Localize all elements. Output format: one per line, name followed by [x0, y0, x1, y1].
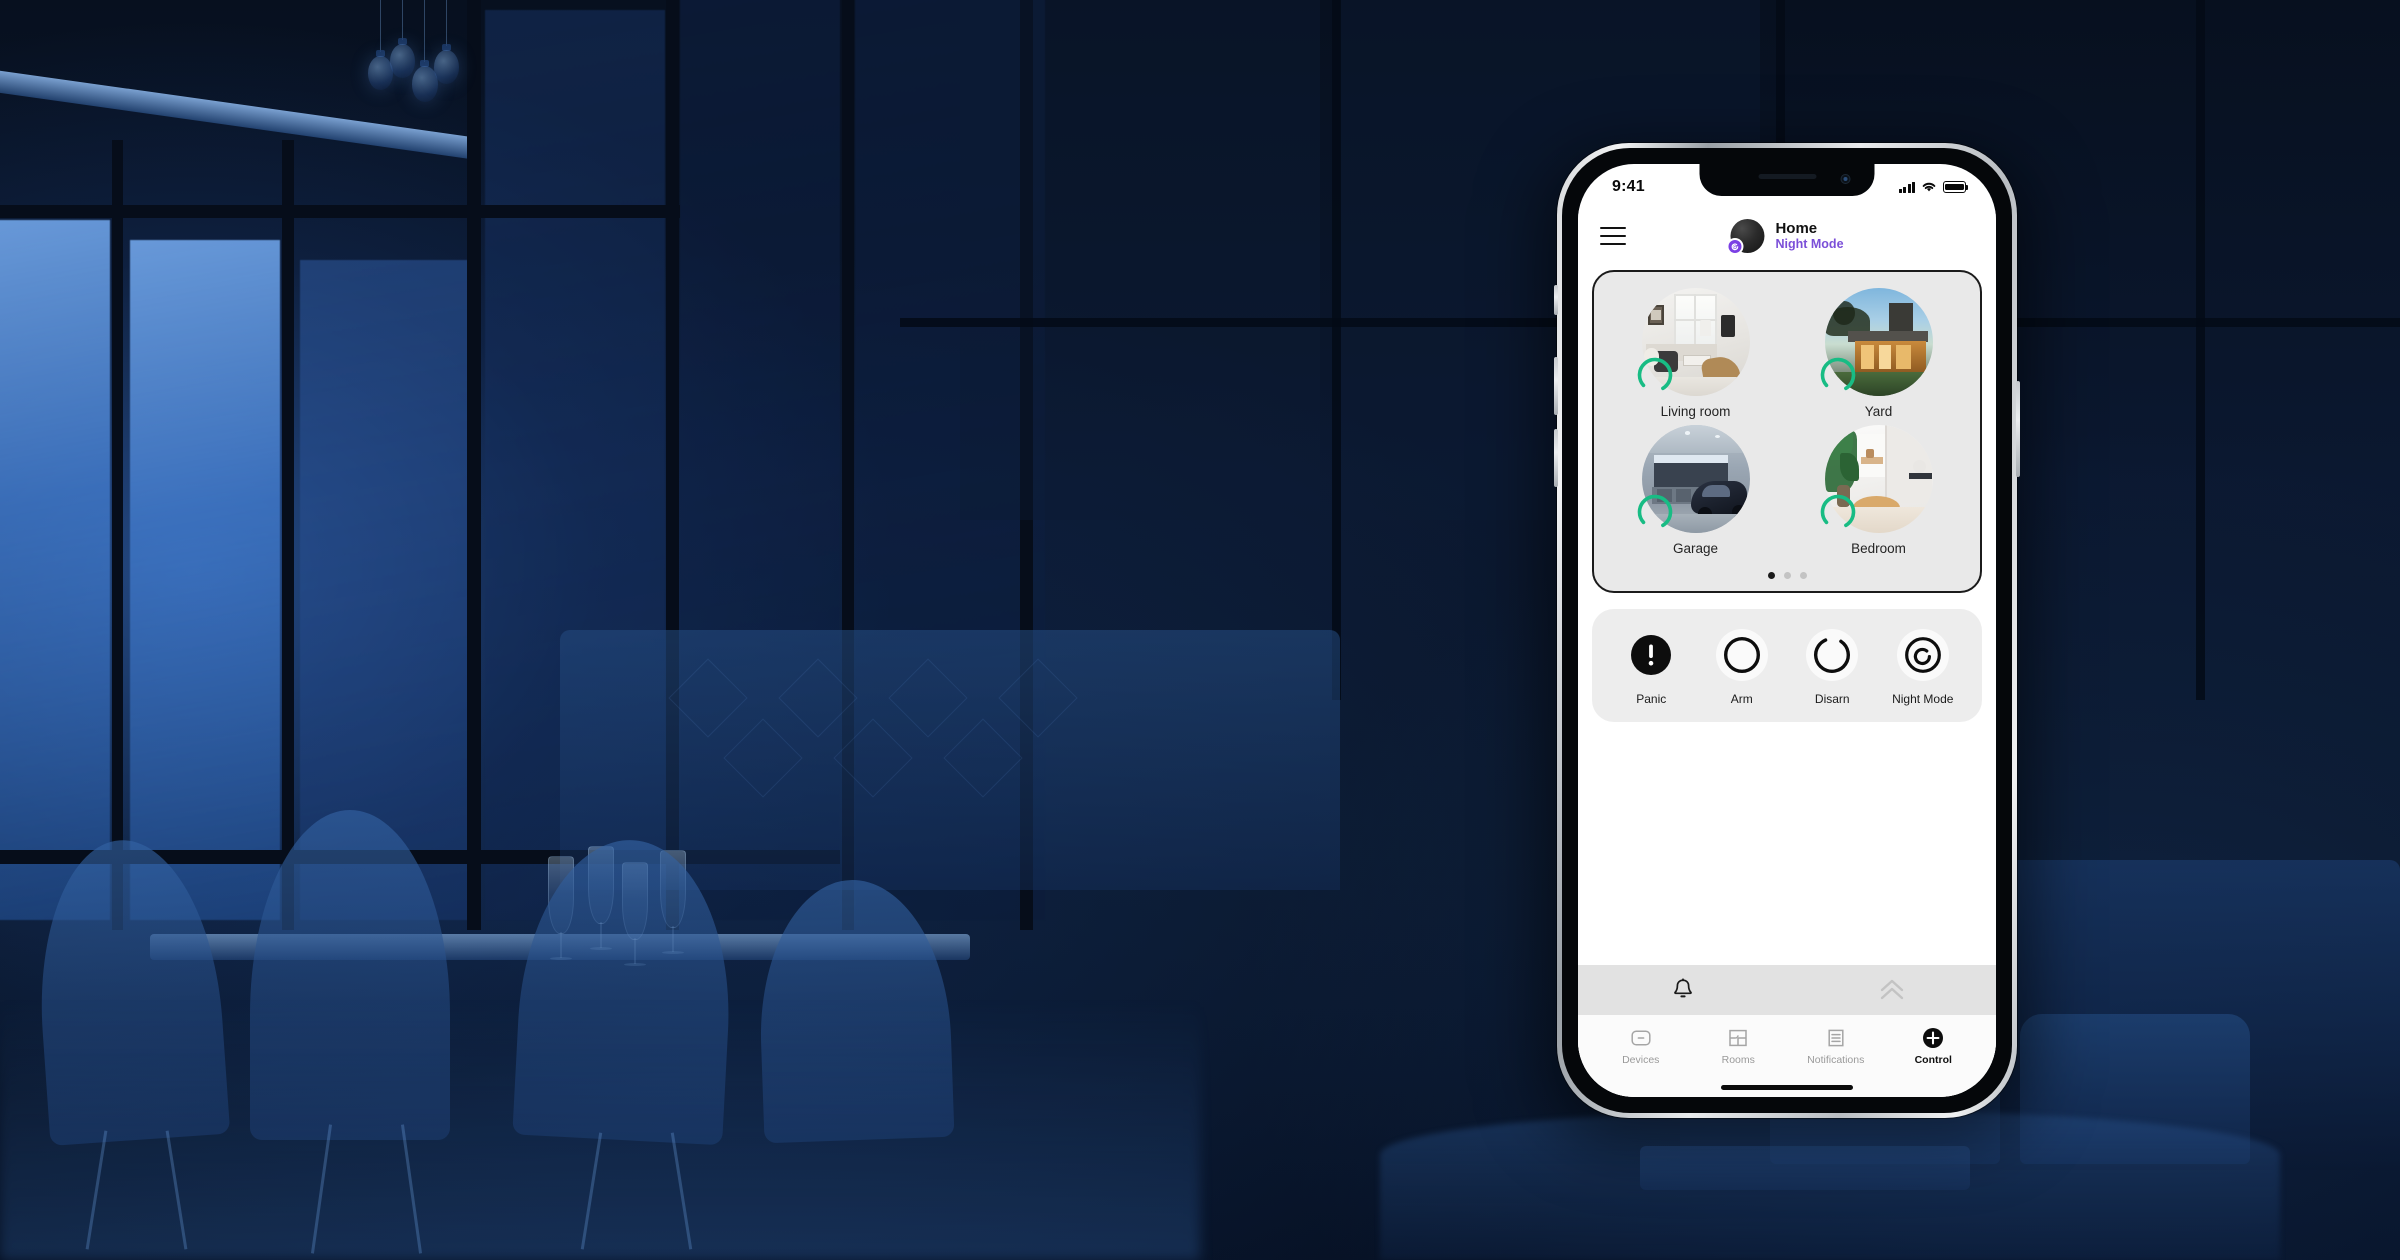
earpiece-speaker	[1758, 174, 1816, 179]
room-thumbnail	[1637, 288, 1750, 396]
power-button[interactable]	[2016, 381, 2020, 477]
room-status-arc	[1632, 352, 1678, 398]
room-label: Bedroom	[1851, 541, 1906, 556]
bottom-tab-bar: Devices Rooms Notifications Control	[1578, 1015, 1996, 1077]
tab-label: Control	[1914, 1053, 1952, 1066]
rooms-grid: Living room Yard Garage Bedroom	[1604, 288, 1970, 556]
cellular-signal-icon	[1898, 181, 1915, 193]
room-status-arc	[1815, 352, 1861, 398]
action-label: Arm	[1730, 692, 1753, 706]
panic-button[interactable]: Panic	[1618, 629, 1684, 706]
room-card-bedroom[interactable]: Bedroom	[1787, 425, 1970, 556]
action-label: Panic	[1636, 692, 1667, 706]
home-identity[interactable]: Home Night Mode	[1726, 219, 1844, 255]
notifications-bell-button[interactable]	[1578, 977, 1787, 1003]
silent-switch[interactable]	[1554, 285, 1558, 315]
room-status-arc	[1815, 489, 1861, 535]
home-indicator[interactable]	[1578, 1077, 1996, 1097]
night-mode-button[interactable]: Night Mode	[1890, 629, 1956, 706]
phone-frame: 9:41 Home Night Mode Living room Yard Ga…	[1554, 143, 2020, 1118]
bell-icon	[1673, 978, 1692, 998]
room-thumbnail	[1637, 425, 1750, 533]
list-lines-icon	[1825, 1027, 1847, 1049]
tab-devices[interactable]: Devices	[1592, 1027, 1690, 1066]
plus-circle-icon	[1922, 1027, 1944, 1049]
room-card-garage[interactable]: Garage	[1604, 425, 1787, 556]
room-card-yard[interactable]: Yard	[1787, 288, 1970, 419]
volume-up-button[interactable]	[1554, 357, 1558, 415]
tab-rooms[interactable]: Rooms	[1690, 1027, 1788, 1066]
action-label: Night Mode	[1892, 692, 1954, 706]
tab-notifications[interactable]: Notifications	[1787, 1027, 1885, 1066]
pagination-dot-3[interactable]	[1799, 572, 1807, 579]
front-camera	[1840, 174, 1851, 184]
carousel-pagination	[1604, 572, 1970, 579]
phone-bezel: 9:41 Home Night Mode Living room Yard Ga…	[1562, 148, 2012, 1113]
home-text-block: Home Night Mode	[1775, 219, 1844, 252]
arm-circle-icon	[1715, 629, 1768, 681]
wifi-icon	[1922, 182, 1936, 192]
security-actions-panel: Panic Arm Disarn Night Mode	[1592, 609, 1982, 722]
action-label: Disarn	[1814, 692, 1850, 706]
tab-label: Devices	[1622, 1053, 1660, 1066]
night-mode-spiral-icon	[1896, 629, 1949, 681]
status-bar-clock: 9:41	[1612, 178, 1645, 195]
battery-full-icon	[1943, 181, 1969, 193]
app-header: Home Night Mode	[1578, 210, 1996, 262]
pagination-dot-2[interactable]	[1783, 572, 1791, 579]
status-bar-icons	[1898, 181, 1969, 193]
chevron-double-up-icon	[1880, 979, 1903, 1000]
page-title: Home	[1775, 219, 1818, 237]
pagination-dot-1[interactable]	[1767, 572, 1775, 579]
expand-chevron-button[interactable]	[1787, 977, 1996, 1003]
home-avatar	[1726, 219, 1765, 255]
spiral-logo-icon	[1726, 238, 1744, 255]
room-label: Garage	[1672, 541, 1719, 556]
tab-label: Notifications	[1807, 1053, 1865, 1066]
pendant-lamps	[350, 0, 490, 160]
disarm-button[interactable]: Disarn	[1799, 629, 1865, 706]
room-label: Yard	[1864, 404, 1893, 419]
phone-notch	[1699, 164, 1875, 196]
phone-screen: 9:41 Home Night Mode Living room Yard Ga…	[1578, 164, 1996, 1097]
room-thumbnail	[1820, 425, 1933, 533]
tab-control[interactable]: Control	[1885, 1027, 1983, 1066]
floorplan-icon	[1727, 1027, 1749, 1049]
quick-access-row	[1578, 965, 1996, 1015]
arm-button[interactable]: Arm	[1709, 629, 1775, 706]
background-scene	[0, 0, 2400, 1260]
floor-reflection	[0, 1000, 1200, 1260]
rooms-panel: Living room Yard Garage Bedroom	[1592, 270, 1982, 593]
app-content: Living room Yard Garage Bedroom Panic Ar…	[1578, 262, 1996, 1097]
room-thumbnail	[1820, 288, 1933, 396]
disarm-open-circle-icon	[1806, 629, 1859, 681]
panic-exclamation-icon	[1625, 629, 1677, 681]
tab-label: Rooms	[1721, 1053, 1755, 1066]
room-card-living-room[interactable]: Living room	[1604, 288, 1787, 419]
room-label: Living room	[1660, 404, 1731, 419]
hamburger-menu-icon[interactable]	[1600, 227, 1626, 245]
home-mode-status: Night Mode	[1775, 237, 1844, 252]
volume-down-button[interactable]	[1554, 429, 1558, 487]
room-status-arc	[1632, 489, 1678, 535]
phone-mockup: 9:41 Home Night Mode Living room Yard Ga…	[1543, 143, 2031, 1140]
device-switch-icon	[1630, 1027, 1652, 1049]
